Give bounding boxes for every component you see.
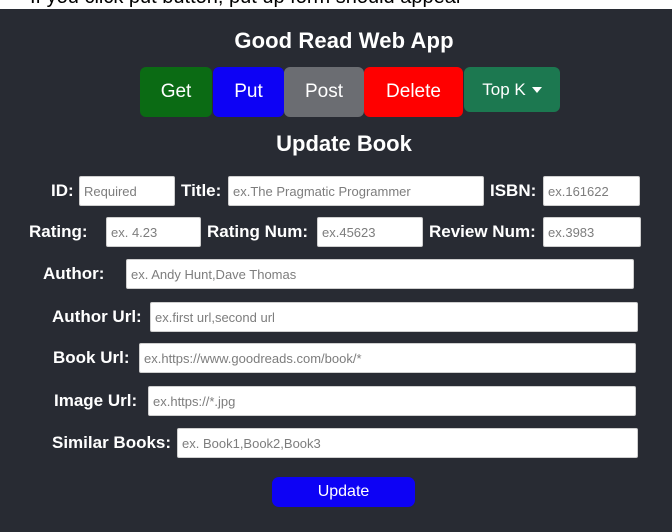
rating-label: Rating: [29,222,88,241]
title-label: Title: [181,181,222,200]
get-button[interactable]: Get [140,67,212,117]
top-cut-off-text: If you click put button, put up form sho… [30,0,462,9]
book-url-label: Book Url: [53,348,130,367]
rating-num-input[interactable] [317,217,423,247]
update-button[interactable]: Update [272,477,415,507]
delete-button[interactable]: Delete [364,67,463,117]
id-input[interactable] [79,176,175,206]
isbn-label: ISBN: [490,181,537,200]
author-url-input[interactable] [150,302,638,332]
top-cut-off-strip: If you click put button, put up form sho… [0,0,672,9]
chevron-down-icon [531,87,542,93]
author-label: Author: [43,264,105,283]
rating-num-label: Rating Num: [207,222,309,241]
review-num-input[interactable] [543,217,641,247]
top-k-label: Top K [482,79,526,99]
review-num-label: Review Num: [429,222,536,241]
title-input[interactable] [228,176,484,206]
similar-books-input[interactable] [177,428,638,458]
app-title: Good Read Web App [234,28,454,53]
isbn-input[interactable] [543,176,640,206]
image-url-input[interactable] [148,386,636,416]
put-button[interactable]: Put [213,67,284,117]
author-url-label: Author Url: [52,307,142,326]
similar-books-label: Similar Books: [52,433,172,452]
top-k-dropdown-button[interactable]: Top K [464,67,560,112]
rating-input[interactable] [106,217,201,247]
form-title: Update Book [276,131,412,156]
post-button[interactable]: Post [284,67,364,117]
image-url-label: Image Url: [54,391,138,410]
book-url-input[interactable] [139,343,636,373]
author-input[interactable] [126,259,634,289]
id-label: ID: [51,181,74,200]
